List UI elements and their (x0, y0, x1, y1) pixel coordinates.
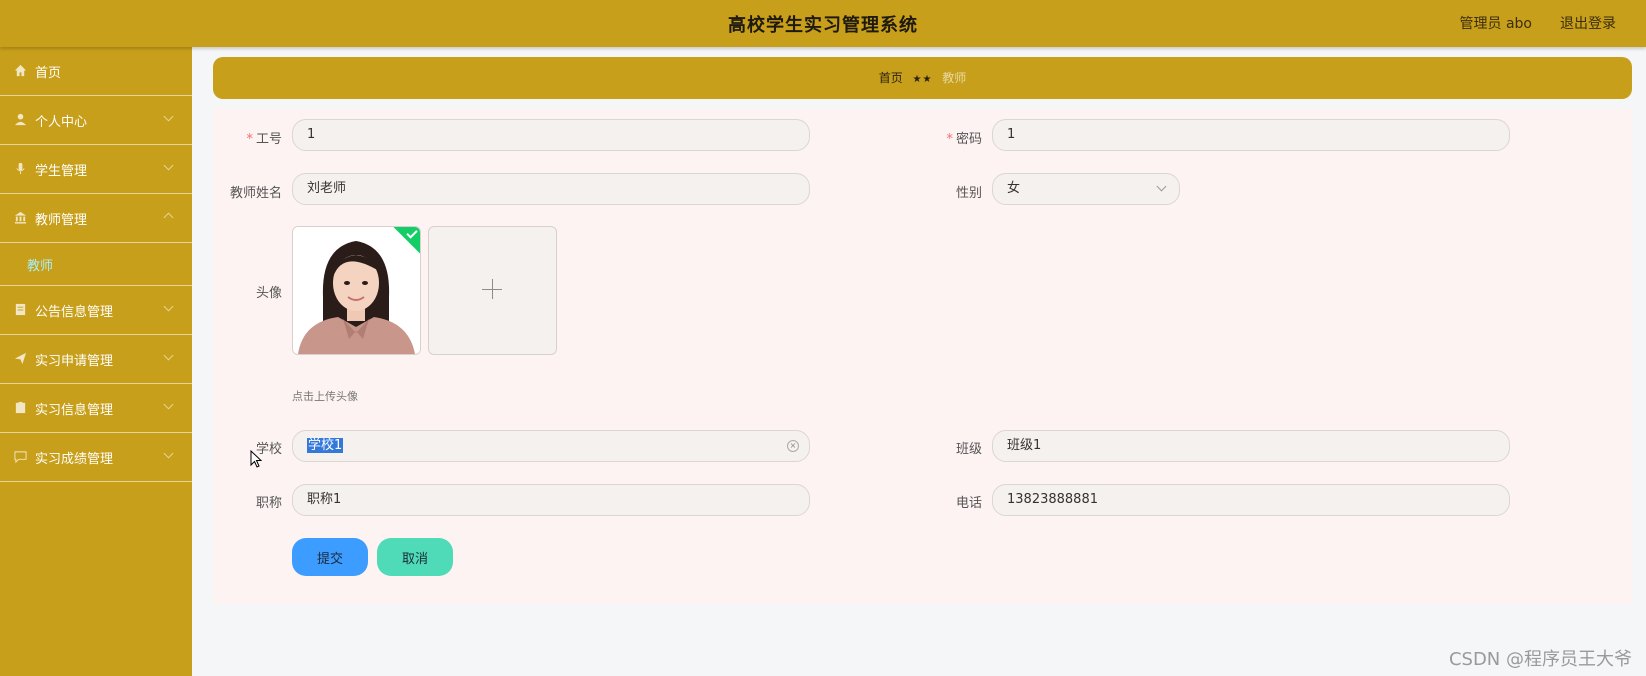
sidebar: 首页 个人中心 学生管理 教师管理 教师 公告信息管理 实习申请管理 实习信息管… (0, 47, 192, 676)
sidebar-item-profile[interactable]: 个人中心 (0, 96, 192, 145)
chevron-down-icon (163, 111, 174, 122)
sidebar-item-label: 首页 (35, 66, 62, 81)
breadcrumb: 首页 ★★ 教师 (213, 57, 1632, 99)
chevron-down-icon (1156, 181, 1167, 192)
avatar-upload-button[interactable] (428, 226, 557, 355)
upload-tip: 点击上传头像 (292, 390, 358, 403)
sidebar-item-label: 实习申请管理 (35, 354, 114, 369)
sidebar-item-label: 教师管理 (35, 213, 88, 228)
avatar-thumbnail[interactable] (292, 226, 421, 355)
mic-icon (16, 162, 25, 175)
user-icon (14, 113, 27, 126)
gender-label: 性别 (955, 186, 982, 201)
chat-icon (14, 451, 27, 463)
breadcrumb-separator: ★★ (912, 74, 933, 85)
sidebar-item-internship-info[interactable]: 实习信息管理 (0, 384, 192, 433)
mouse-cursor-icon (250, 450, 262, 468)
gender-select[interactable]: 女 (992, 173, 1180, 205)
job-title-input[interactable]: 职称1 (292, 484, 810, 516)
avatar-photo (293, 227, 420, 354)
cancel-button[interactable]: 取消 (377, 538, 453, 576)
chevron-down-icon (163, 160, 174, 171)
phone-label: 电话 (955, 496, 982, 511)
clipboard-icon (15, 401, 26, 414)
breadcrumb-home[interactable]: 首页 (879, 71, 903, 85)
bank-icon (14, 211, 27, 224)
sidebar-subitem-label: 教师 (27, 259, 54, 274)
sidebar-item-label: 公告信息管理 (35, 305, 114, 320)
chevron-down-icon (163, 350, 174, 361)
class-label: 班级 (955, 442, 982, 457)
teacher-name-label: 教师姓名 (229, 186, 282, 201)
sidebar-item-internship-scores[interactable]: 实习成绩管理 (0, 433, 192, 482)
sidebar-item-teachers[interactable]: 教师管理 (0, 194, 192, 243)
sidebar-item-label: 实习信息管理 (35, 403, 114, 418)
phone-input[interactable]: 13823888881 (992, 484, 1510, 516)
teacher-name-input[interactable]: 刘老师 (292, 173, 810, 205)
chevron-down-icon (163, 399, 174, 410)
logout-link[interactable]: 退出登录 (1560, 13, 1616, 33)
chevron-up-icon (163, 212, 174, 223)
watermark: CSDN @程序员王大爷 (1448, 649, 1632, 670)
sidebar-subitem-teacher[interactable]: 教师 (0, 243, 192, 286)
doc-icon (15, 303, 26, 316)
app-title: 高校学生实习管理系统 (728, 15, 918, 36)
home-icon (14, 64, 27, 77)
gonghao-label: * 工号 (246, 132, 282, 147)
plus-icon-vertical (492, 279, 493, 299)
chevron-down-icon (163, 301, 174, 312)
mima-label: * 密码 (946, 132, 982, 147)
avatar-label: 头像 (255, 286, 282, 301)
sidebar-item-students[interactable]: 学生管理 (0, 145, 192, 194)
password-input[interactable]: 1 (992, 119, 1510, 151)
top-bar: 高校学生实习管理系统 管理员 abo 退出登录 (0, 0, 1646, 47)
breadcrumb-current: 教师 (942, 71, 967, 85)
sidebar-item-label: 个人中心 (35, 115, 88, 130)
school-label: 学校 (255, 442, 282, 457)
sidebar-item-notices[interactable]: 公告信息管理 (0, 286, 192, 335)
school-value: 学校1 (307, 438, 344, 453)
sidebar-item-home[interactable]: 首页 (0, 47, 192, 96)
sidebar-item-label: 学生管理 (35, 164, 88, 179)
clear-icon[interactable]: × (787, 440, 799, 452)
submit-button[interactable]: 提交 (292, 538, 368, 576)
sidebar-item-internship-apply[interactable]: 实习申请管理 (0, 335, 192, 384)
current-user: 管理员 abo (1459, 16, 1532, 32)
job-title-label: 职称 (255, 496, 282, 511)
gonghao-input[interactable]: 1 (292, 119, 810, 151)
sidebar-item-label: 实习成绩管理 (35, 452, 114, 467)
class-input[interactable]: 班级1 (992, 430, 1510, 462)
school-input[interactable]: 学校1 × (292, 430, 810, 462)
gender-selected-value: 女 (1007, 181, 1021, 196)
chevron-down-icon (163, 448, 174, 459)
send-icon (14, 352, 27, 365)
